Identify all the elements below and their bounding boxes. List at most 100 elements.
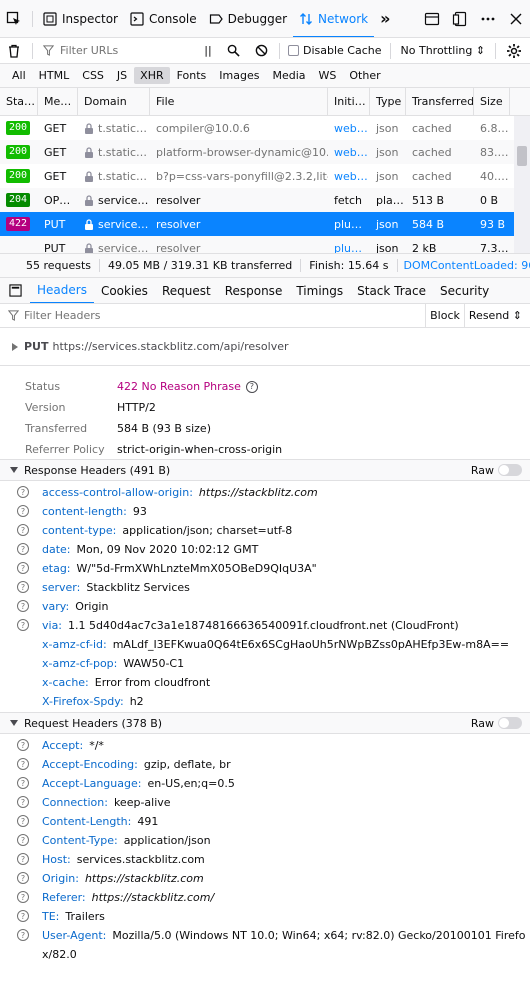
initiator-text[interactable]: plu… [334,242,362,254]
header-row[interactable]: ? Content-Type: application/json [0,831,530,850]
help-icon[interactable]: ? [17,910,29,922]
column-header-domain[interactable]: Domain [78,88,150,115]
column-header-file[interactable]: File [150,88,328,115]
request-url-line[interactable]: PUT https://services.stackblitz.com/api/… [0,328,530,366]
tab-request[interactable]: Request [155,278,218,303]
help-icon[interactable]: ? [17,524,29,536]
help-icon[interactable]: ? [17,929,29,941]
header-row[interactable]: x-amz-cf-id: mALdf_I3EFKwua0Q64tE6x6SCgHa… [0,635,530,654]
help-icon[interactable]: ? [17,505,29,517]
help-icon[interactable]: ? [17,834,29,846]
type-filter-html[interactable]: HTML [33,67,76,84]
type-filter-xhr[interactable]: XHR [134,67,170,84]
header-row[interactable]: ? Accept: */* [0,736,530,755]
column-header-initiator[interactable]: Initi… [328,88,370,115]
initiator-text[interactable]: web… [334,122,368,135]
header-row[interactable]: ? Referer: https://stackblitz.com/ [0,888,530,907]
pause-button[interactable]: || [197,38,219,63]
column-header-status[interactable]: Sta… [0,88,38,115]
header-row[interactable]: ? access-control-allow-origin: https://sta… [0,483,530,502]
tab-network[interactable]: Network [293,0,375,37]
request-raw-toggle[interactable]: Raw [471,717,530,730]
response-raw-toggle[interactable]: Raw [471,464,530,477]
table-scrollbar[interactable] [514,116,530,253]
table-row[interactable]: 204 OP… service… resolver fetch pla… 513 B 0 B [0,188,530,212]
clear-requests-button[interactable] [0,38,28,63]
type-filter-fonts[interactable]: Fonts [171,67,213,84]
help-icon[interactable]: ? [17,872,29,884]
tab-debugger[interactable]: Debugger [203,0,293,37]
tab-headers[interactable]: Headers [30,278,94,303]
resend-button[interactable]: Resend ⇕ [463,304,530,327]
type-filter-js[interactable]: JS [111,67,133,84]
help-icon[interactable]: ? [17,815,29,827]
table-row[interactable]: 200 GET t.static… platform-browser-dynamic@… [0,140,530,164]
close-toolbox-button[interactable] [502,5,530,33]
help-icon[interactable]: ? [17,796,29,808]
disable-cache-checkbox[interactable]: Disable Cache [284,44,386,57]
header-row[interactable]: X-Firefox-Spdy: h2 [0,692,530,711]
table-row[interactable]: 200 GET t.static… b?p=css-vars-ponyfill@2.3… [0,164,530,188]
help-icon[interactable]: ? [17,581,29,593]
block-requests-button[interactable] [247,38,275,63]
help-icon[interactable]: ? [17,619,29,631]
split-console-button[interactable] [418,5,446,33]
toggle-switch[interactable] [498,717,522,729]
column-header-size[interactable]: Size [474,88,510,115]
type-filter-media[interactable]: Media [266,67,311,84]
help-icon[interactable]: ? [17,486,29,498]
header-row[interactable]: ? Connection: keep-alive [0,793,530,812]
type-filter-all[interactable]: All [6,67,32,84]
scrollbar-thumb[interactable] [517,146,527,166]
block-button[interactable]: Block [425,304,464,327]
initiator-text[interactable]: fetch [334,194,362,207]
tab-timings[interactable]: Timings [289,278,350,303]
toolbox-menu-button[interactable] [474,5,502,33]
initiator-text[interactable]: web… [334,170,368,183]
table-row[interactable]: 200 GET t.static… compiler@10.0.6 web… json ca… [0,116,530,140]
table-row[interactable]: PUT service… resolver plu… json 2 kB 7.3… [0,236,530,254]
column-header-type[interactable]: Type [370,88,406,115]
header-row[interactable]: ? server: Stackblitz Services [0,578,530,597]
header-row[interactable]: ? date: Mon, 09 Nov 2020 10:02:12 GMT [0,540,530,559]
dock-button[interactable] [446,5,474,33]
help-icon[interactable]: ? [17,758,29,770]
help-icon[interactable]: ? [17,777,29,789]
header-row[interactable]: ? content-length: 93 [0,502,530,521]
type-filter-images[interactable]: Images [213,67,265,84]
header-row[interactable]: ? Accept-Language: en-US,en;q=0.5 [0,774,530,793]
type-filter-css[interactable]: CSS [76,67,110,84]
help-icon[interactable]: ? [17,562,29,574]
header-row[interactable]: ? content-type: application/json; charset=… [0,521,530,540]
header-row[interactable]: ? TE: Trailers [0,907,530,926]
initiator-text[interactable]: plu… [334,218,362,231]
header-row[interactable]: ? Host: services.stackblitz.com [0,850,530,869]
tab-cookies[interactable]: Cookies [94,278,155,303]
tab-stack-trace[interactable]: Stack Trace [350,278,433,303]
help-icon[interactable]: ? [17,739,29,751]
column-header-transferred[interactable]: Transferred [406,88,474,115]
element-picker-button[interactable] [0,5,28,33]
network-settings-button[interactable] [500,38,528,63]
help-icon[interactable]: ? [17,891,29,903]
help-icon[interactable]: ? [17,853,29,865]
initiator-text[interactable]: web… [334,146,368,159]
type-filter-other[interactable]: Other [343,67,386,84]
header-row[interactable]: ? vary: Origin [0,597,530,616]
help-icon[interactable]: ? [245,380,258,393]
column-header-method[interactable]: Me… [38,88,78,115]
throttling-select[interactable]: No Throttling ⇕ [395,44,492,57]
table-row[interactable]: 422 PUT service… resolver plu… json 584 B 93 B [0,212,530,236]
help-icon[interactable]: ? [17,543,29,555]
toggle-details-sidebar-button[interactable] [0,278,30,303]
help-icon[interactable]: ? [17,600,29,612]
search-button[interactable] [219,38,247,63]
tab-security[interactable]: Security [433,278,496,303]
header-row[interactable]: ? etag: W/"5d-FrmXWhLnzteMmX05OBeD9QIqU3A" [0,559,530,578]
request-headers-toggle[interactable]: Request Headers (378 B) Raw [0,712,530,734]
header-row[interactable]: x-amz-cf-pop: WAW50-C1 [0,654,530,673]
response-headers-toggle[interactable]: Response Headers (491 B) Raw [0,459,530,481]
toggle-switch[interactable] [498,464,522,476]
header-row[interactable]: x-cache: Error from cloudfront [0,673,530,692]
filter-urls-input[interactable]: Filter URLs [37,44,197,57]
